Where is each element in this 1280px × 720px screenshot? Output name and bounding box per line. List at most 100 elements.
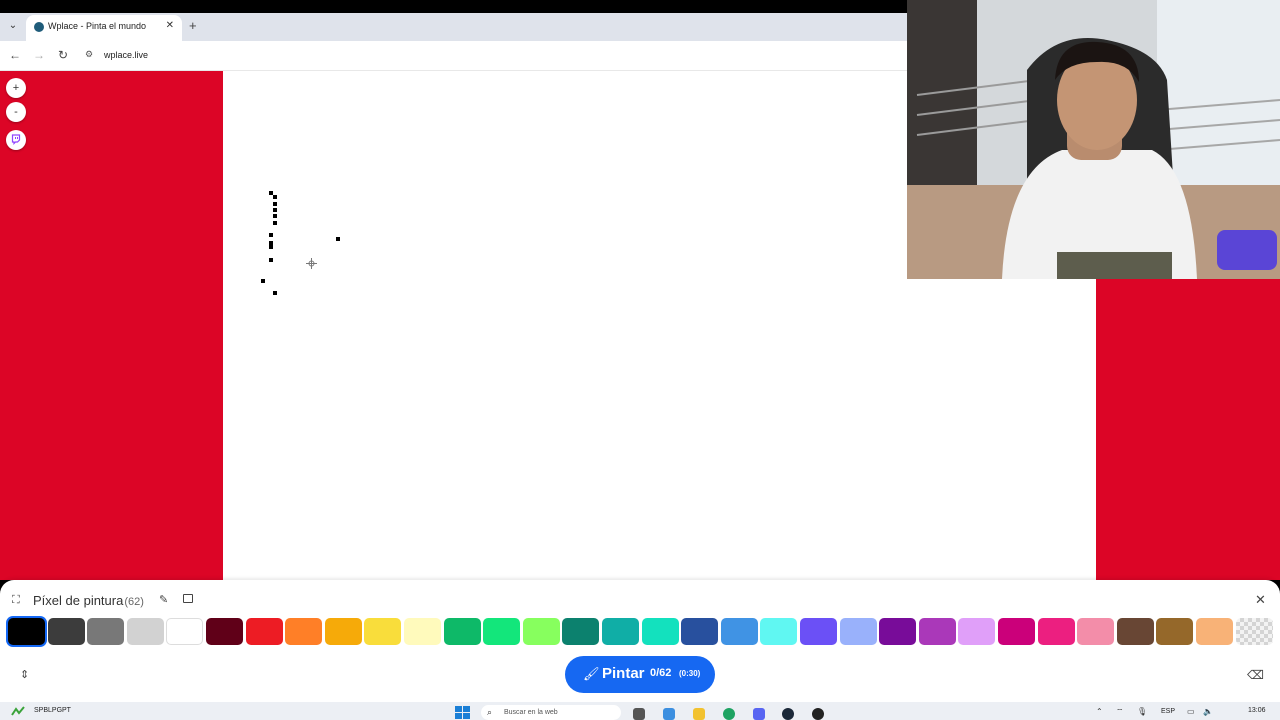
color-swatch[interactable] xyxy=(404,618,441,645)
color-swatch[interactable] xyxy=(1156,618,1193,645)
browser-tab[interactable]: Wplace - Pinta el mundo ✕ xyxy=(26,15,182,41)
color-swatch[interactable] xyxy=(325,618,362,645)
paint-button[interactable]: 🖌 Pintar 0/62 (0:30) xyxy=(565,656,715,693)
close-icon[interactable]: ✕ xyxy=(1255,592,1266,608)
search-icon: ⌕ xyxy=(487,707,493,717)
paint-button-label: Pintar xyxy=(602,665,645,682)
taskbar-search[interactable]: ⌕ Buscar en la web xyxy=(481,705,621,720)
volume-icon[interactable]: 🔈 xyxy=(1203,707,1213,716)
task-view-icon[interactable] xyxy=(633,708,645,720)
painted-pixel xyxy=(273,202,277,206)
discord-icon[interactable] xyxy=(753,708,765,720)
color-swatch[interactable] xyxy=(166,618,203,645)
painted-pixel xyxy=(273,208,277,212)
display-icon[interactable]: ▭ xyxy=(1187,707,1195,716)
color-swatch[interactable] xyxy=(919,618,956,645)
back-arrow-icon[interactable]: ← xyxy=(8,48,22,62)
red-pixel-region xyxy=(0,71,223,580)
painted-pixel xyxy=(269,233,273,237)
color-swatch[interactable] xyxy=(364,618,401,645)
site-info-icon[interactable]: ⚙ xyxy=(85,49,97,61)
browser-toolbar: ← → ↻ ⚙ wplace.live xyxy=(0,41,907,71)
weather-widget-icon[interactable] xyxy=(10,705,26,717)
brush-icon: 🖌 xyxy=(583,666,600,681)
window-icon[interactable] xyxy=(183,594,193,603)
reload-icon[interactable]: ↻ xyxy=(56,48,70,62)
eraser-icon[interactable]: ⌫ xyxy=(1247,668,1264,682)
chrome-icon[interactable] xyxy=(723,708,735,720)
color-swatch[interactable] xyxy=(879,618,916,645)
color-swatch[interactable] xyxy=(642,618,679,645)
painted-pixel xyxy=(269,258,273,262)
color-swatch[interactable] xyxy=(523,618,560,645)
painted-pixel xyxy=(273,214,277,218)
painted-pixel xyxy=(273,221,277,225)
address-bar[interactable]: wplace.live xyxy=(104,50,148,60)
color-swatch[interactable] xyxy=(1236,618,1273,645)
color-swatch[interactable] xyxy=(285,618,322,645)
color-swatch[interactable] xyxy=(8,618,45,645)
zoom-out-button[interactable]: - xyxy=(6,102,26,122)
color-swatch[interactable] xyxy=(681,618,718,645)
color-swatch[interactable] xyxy=(840,618,877,645)
copilot-icon[interactable] xyxy=(663,708,675,720)
painted-pixel xyxy=(273,195,277,199)
color-swatch[interactable] xyxy=(1117,618,1154,645)
color-swatch[interactable] xyxy=(958,618,995,645)
color-swatch[interactable] xyxy=(760,618,797,645)
fullscreen-icon[interactable]: ⛶ xyxy=(12,594,20,607)
color-swatch[interactable] xyxy=(48,618,85,645)
painted-pixel xyxy=(269,245,273,249)
obs-icon[interactable] xyxy=(812,708,824,720)
color-swatch[interactable] xyxy=(483,618,520,645)
tray-overflow-icon[interactable]: ⌃ xyxy=(1096,707,1103,716)
color-swatch[interactable] xyxy=(721,618,758,645)
color-swatch[interactable] xyxy=(562,618,599,645)
microphone-icon[interactable]: 🎙 xyxy=(1137,707,1147,716)
chevron-down-icon[interactable]: ⌄ xyxy=(6,19,20,33)
color-swatch[interactable] xyxy=(246,618,283,645)
steam-icon[interactable] xyxy=(782,708,794,720)
weather-label[interactable]: SPBLPGPT xyxy=(34,707,71,714)
painted-pixel xyxy=(261,279,265,283)
color-swatch[interactable] xyxy=(800,618,837,645)
close-icon[interactable]: ✕ xyxy=(166,20,174,31)
paint-timer: (0:30) xyxy=(679,669,701,678)
color-swatch[interactable] xyxy=(1077,618,1114,645)
painted-pixel xyxy=(336,237,340,241)
screen: ⌄ Wplace - Pinta el mundo ✕ + ← → ↻ ⚙ wp… xyxy=(0,0,1280,720)
twitch-button[interactable] xyxy=(6,130,26,150)
color-swatch[interactable] xyxy=(1038,618,1075,645)
color-swatch[interactable] xyxy=(87,618,124,645)
panel-title-text: Píxel de pintura xyxy=(33,593,124,608)
forward-arrow-icon[interactable]: → xyxy=(32,48,46,62)
panel-title: Píxel de pintura(62) xyxy=(33,593,144,608)
color-swatch[interactable] xyxy=(602,618,639,645)
windows-start-icon[interactable] xyxy=(455,706,470,720)
color-swatch[interactable] xyxy=(998,618,1035,645)
browser-tabstrip: ⌄ Wplace - Pinta el mundo ✕ + xyxy=(0,13,907,41)
crosshair-cursor-icon xyxy=(306,258,317,269)
color-swatch[interactable] xyxy=(127,618,164,645)
file-explorer-icon[interactable] xyxy=(693,708,705,720)
red-pixel-region xyxy=(1096,279,1280,580)
paint-panel: ⛶ Píxel de pintura(62) ✎ ✕ 🖌 Pintar 0/62… xyxy=(0,580,1280,702)
plus-icon[interactable]: + xyxy=(189,18,197,33)
language-indicator[interactable]: ESP xyxy=(1161,708,1175,715)
color-swatch[interactable] xyxy=(444,618,481,645)
taskbar: SPBLPGPT ⌕ Buscar en la web ⌃ ⌔ 🎙 ESP ▭ … xyxy=(0,702,1280,720)
tab-title: Wplace - Pinta el mundo xyxy=(48,21,147,31)
globe-icon xyxy=(34,22,44,32)
color-swatch[interactable] xyxy=(206,618,243,645)
network-icon[interactable]: ⌔ xyxy=(1116,707,1124,717)
painted-pixel xyxy=(273,291,277,295)
clock[interactable]: 13:06 xyxy=(1248,707,1266,714)
zoom-in-button[interactable]: + xyxy=(6,78,26,98)
pencil-icon[interactable]: ✎ xyxy=(159,593,168,606)
expand-arrows-icon[interactable]: ⇕ xyxy=(20,668,29,681)
pixel-count: (62) xyxy=(124,596,144,608)
search-placeholder: Buscar en la web xyxy=(504,709,558,716)
webcam-image xyxy=(907,0,1280,279)
paint-charges: 0/62 xyxy=(650,667,672,679)
color-swatch[interactable] xyxy=(1196,618,1233,645)
